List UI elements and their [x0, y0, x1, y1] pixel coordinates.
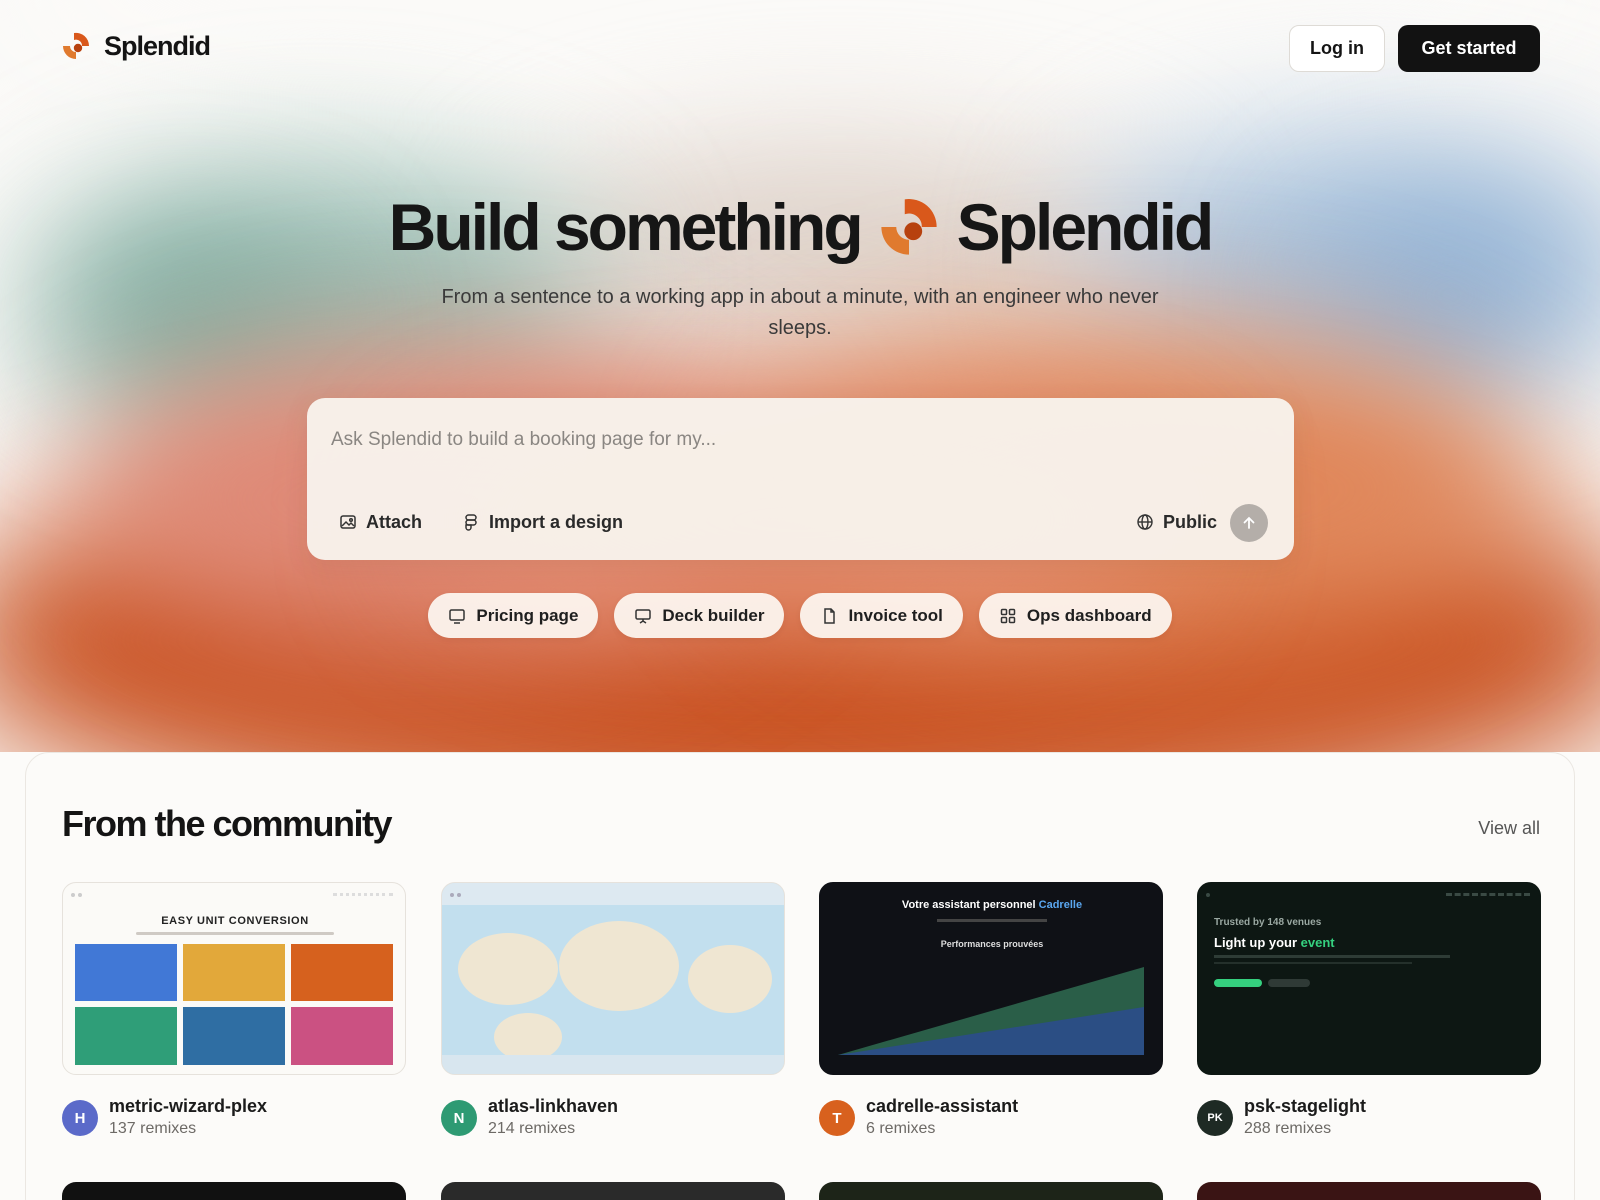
hero-subtitle: From a sentence to a working app in abou… [441, 286, 1159, 339]
card-thumbnail[interactable]: Trusted by 148 venues Light up your even… [1197, 882, 1541, 1075]
avatar: N [441, 1100, 477, 1136]
thumb-heading: Votre assistant personnel [901, 899, 1036, 911]
visibility-label: Public [1163, 511, 1218, 532]
globe-icon [1137, 514, 1153, 530]
community-card-partial[interactable] [62, 1182, 406, 1200]
thumb-accent: event [1300, 935, 1335, 950]
community-card[interactable]: Trusted by 148 venues Light up your even… [1197, 882, 1541, 1146]
arrow-up-icon [1243, 516, 1255, 529]
monitor-icon [449, 608, 466, 624]
figma-icon [465, 514, 477, 531]
community-card[interactable]: N atlas-linkhaven 214 remixes [441, 882, 785, 1146]
card-thumbnail[interactable]: EASY UNIT CONVERSION [62, 882, 406, 1075]
splendid-logo-icon [881, 199, 937, 255]
top-nav: Splendid Log in Get started [0, 0, 1600, 96]
brand-logo[interactable]: Splendid [60, 30, 211, 62]
community-card-partial[interactable] [441, 1182, 785, 1200]
chip-deck-builder[interactable]: Deck builder [614, 593, 785, 638]
community-card-partial[interactable] [819, 1182, 1163, 1200]
card-thumbnail[interactable]: Votre assistant personnel Cadrelle Perfo… [819, 882, 1163, 1075]
chip-ops-dashboard[interactable]: Ops dashboard [978, 593, 1172, 638]
community-card-partial[interactable] [1197, 1182, 1541, 1200]
prompt-input[interactable] [331, 420, 1261, 460]
chip-pricing-page[interactable]: Pricing page [428, 593, 599, 638]
login-button[interactable]: Log in [1289, 25, 1385, 72]
suggestion-chips: Pricing page Deck builder Invoice tool O… [0, 593, 1600, 638]
card-remixes: 288 remixes [1244, 1120, 1332, 1137]
card-name: psk-stagelight [1244, 1096, 1367, 1116]
presentation-icon [635, 608, 652, 624]
grid-icon [1000, 608, 1016, 623]
brand-name: Splendid [104, 30, 211, 61]
avatar: PK [1197, 1100, 1233, 1136]
thumb-subheading: Performances prouvées [940, 939, 1044, 949]
chip-label: Pricing page [476, 605, 579, 625]
hero-section: Splendid Log in Get started Build someth… [0, 0, 1600, 752]
avatar: T [819, 1100, 855, 1136]
thumb-heading: EASY UNIT CONVERSION [161, 915, 309, 927]
card-remixes: 214 remixes [488, 1120, 576, 1137]
import-label: Import a design [489, 511, 624, 532]
image-icon [340, 515, 356, 529]
attach-button[interactable]: Attach [339, 504, 422, 540]
document-icon [824, 607, 836, 624]
card-thumbnail[interactable] [441, 882, 785, 1075]
chip-label: Ops dashboard [1026, 605, 1152, 625]
hero-title-left: Build something [388, 190, 864, 264]
thumb-accent: Cadrelle [1038, 899, 1083, 911]
card-remixes: 137 remixes [109, 1120, 197, 1137]
community-section: From the community View all EASY UNIT CO… [25, 752, 1575, 1200]
thumb-heading: Light up your [1214, 935, 1298, 950]
chip-label: Invoice tool [848, 605, 943, 625]
card-name: metric-wizard-plex [109, 1096, 268, 1116]
chip-invoice-tool[interactable]: Invoice tool [800, 593, 963, 638]
attach-label: Attach [366, 511, 423, 532]
community-card[interactable]: Votre assistant personnel Cadrelle Perfo… [819, 882, 1163, 1146]
thumb-small: Trusted by 148 venues [1214, 917, 1322, 928]
chip-label: Deck builder [662, 605, 765, 625]
get-started-button[interactable]: Get started [1398, 25, 1540, 72]
community-card[interactable]: EASY UNIT CONVERSION H metric-wizard-ple… [62, 882, 406, 1146]
send-button[interactable] [1230, 504, 1268, 542]
card-name: cadrelle-assistant [866, 1096, 1019, 1116]
card-remixes: 6 remixes [866, 1120, 936, 1137]
view-all-link[interactable]: View all [1478, 818, 1540, 839]
hero-title-right: Splendid [956, 190, 1215, 264]
hero-title: Build something Splendid [0, 187, 1600, 267]
import-design-button[interactable]: Import a design [462, 504, 623, 540]
card-name: atlas-linkhaven [488, 1096, 619, 1116]
avatar: H [62, 1100, 98, 1136]
community-title: From the community [62, 803, 393, 844]
splendid-logo-icon [63, 32, 90, 59]
visibility-toggle[interactable]: Public [1136, 504, 1217, 540]
